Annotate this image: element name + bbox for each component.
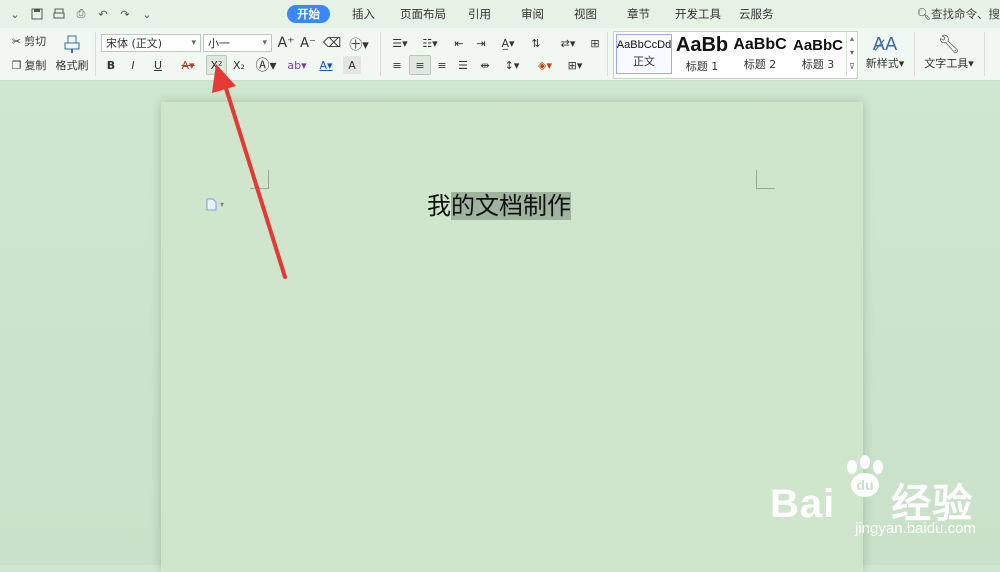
font-family-select[interactable]: 宋体 (正文) ▾ — [101, 34, 201, 52]
strikethrough-button[interactable]: A▾ — [176, 56, 200, 74]
baidu-jingyan-watermark: du Bai 经验 jingyan.baidu.com — [760, 455, 990, 545]
borders-icon[interactable]: ⊞▾ — [562, 56, 588, 74]
new-style-icon: A̷A — [872, 33, 898, 55]
clear-format-icon[interactable]: ⌫ — [323, 34, 341, 52]
tab-view[interactable]: 视图 — [564, 5, 607, 23]
margin-corner-top-left — [250, 170, 269, 189]
save-icon[interactable] — [28, 6, 46, 22]
redo-icon[interactable]: ↷ — [116, 6, 134, 22]
phonetic-guide-icon[interactable]: ㊉▾ — [346, 34, 372, 53]
tab-home[interactable]: 开始 — [287, 5, 330, 23]
title-selected-text: 的文档制作 — [451, 192, 571, 220]
command-search[interactable]: 🔍︎ 查找命令、搜 — [916, 6, 1000, 22]
tab-chapter[interactable]: 章节 — [617, 5, 660, 23]
group-divider — [984, 32, 985, 76]
print-preview-icon[interactable]: ⎙ — [72, 6, 90, 22]
tab-page-layout[interactable]: 页面布局 — [390, 5, 456, 23]
grow-font-icon[interactable]: A⁺ — [277, 34, 295, 52]
italic-button[interactable]: I — [124, 56, 142, 74]
align-left-icon[interactable]: ≡ — [388, 56, 406, 74]
chevron-down-icon[interactable]: ⌄ — [6, 6, 24, 22]
command-search-label: 查找命令、搜 — [931, 7, 1000, 21]
watermark-url: jingyan.baidu.com — [855, 520, 976, 537]
home-ribbon: ✂ 剪切 ❐ 复制 格式刷 宋体 (正文) ▾ 小一 ▾ A⁺ A⁻ ⌫ ㊉▾ B … — [0, 28, 1000, 81]
numbered-list-icon[interactable]: ☷▾ — [418, 34, 442, 52]
format-painter-icon — [62, 34, 82, 57]
menu-bar: ⌄ ⎙ ↶ ↷ ⌄ 开始 插入 页面布局 引用 审阅 视图 章节 开发工具 云服… — [0, 0, 1000, 29]
tab-review[interactable]: 审阅 — [511, 5, 554, 23]
table-borders-icon[interactable]: ⊞ — [586, 34, 604, 52]
group-divider — [95, 32, 96, 76]
wps-writer-window: ⌄ ⎙ ↶ ↷ ⌄ 开始 插入 页面布局 引用 审阅 视图 章节 开发工具 云服… — [0, 0, 1000, 572]
text-effect-button[interactable]: Ⓐ▾ — [254, 56, 278, 74]
line-spacing-icon[interactable]: ↕▾ — [499, 56, 525, 74]
underline-button[interactable]: U — [146, 56, 170, 74]
margin-corner-top-right — [756, 170, 775, 189]
style-heading-1[interactable]: AaBb 标题 1 — [674, 34, 730, 74]
font-color-button[interactable]: A▾ — [314, 56, 338, 74]
style-heading-3[interactable]: AaBbC 标题 3 — [790, 34, 846, 74]
group-divider — [914, 32, 915, 76]
paragraph-format-icon[interactable]: ▾ — [206, 198, 224, 211]
tab-insert[interactable]: 插入 — [342, 5, 385, 23]
chevron-down-icon: ▾ — [191, 38, 196, 48]
shading-icon[interactable]: ◈▾ — [532, 56, 558, 74]
format-painter-button[interactable]: 格式刷 — [54, 32, 90, 74]
shrink-font-icon[interactable]: A⁻ — [299, 34, 317, 52]
title-unselected-text: 我 — [427, 192, 451, 220]
bullet-list-icon[interactable]: ☰▾ — [388, 34, 412, 52]
chevron-down-icon: ▾ — [262, 38, 267, 48]
new-style-button[interactable]: A̷A 新样式▾ — [862, 30, 908, 74]
chinese-layout-icon[interactable]: A̲▾ — [495, 34, 521, 52]
highlight-button[interactable]: ab▾ — [284, 56, 310, 74]
justify-icon[interactable]: ☰ — [454, 56, 472, 74]
style-normal[interactable]: AaBbCcDd 正文 — [616, 34, 672, 74]
cut-button[interactable]: ✂ 剪切 — [6, 32, 52, 50]
align-center-icon[interactable]: ≡ — [409, 55, 431, 75]
search-icon: 🔍︎ — [916, 7, 931, 21]
document-title-text[interactable]: 我的文档制作 — [427, 186, 571, 226]
scissors-icon: ✂ — [11, 34, 22, 48]
text-tools-button[interactable]: 🔧︎ 文字工具▾ — [920, 30, 978, 74]
tab-cloud-service[interactable]: 云服务 — [729, 5, 784, 23]
undo-icon[interactable]: ↶ — [94, 6, 112, 22]
decrease-indent-icon[interactable]: ⇤ — [450, 34, 468, 52]
bold-button[interactable]: B — [102, 56, 120, 74]
styles-scroll[interactable]: ▴ ▾ ⊽ — [846, 32, 857, 76]
superscript-button[interactable]: X² — [206, 55, 227, 75]
align-right-icon[interactable]: ≡ — [433, 56, 451, 74]
increase-indent-icon[interactable]: ⇥ — [472, 34, 490, 52]
show-hide-marks-icon[interactable]: ⇄▾ — [554, 34, 582, 52]
copy-icon: ❐ — [11, 58, 22, 72]
quick-access-toolbar: ⌄ ⎙ ↶ ↷ ⌄ — [6, 6, 160, 22]
char-shading-button[interactable]: A — [343, 56, 361, 74]
group-divider — [607, 32, 608, 76]
style-heading-2[interactable]: AaBbC 标题 2 — [732, 34, 788, 74]
wrench-icon: 🔧︎ — [937, 33, 961, 55]
tab-developer[interactable]: 开发工具 — [665, 5, 731, 23]
font-size-select[interactable]: 小一 ▾ — [203, 34, 272, 52]
distributed-align-icon[interactable]: ⇹ — [476, 56, 494, 74]
subscript-button[interactable]: X₂ — [229, 56, 249, 74]
customize-quick-access-icon[interactable]: ⌄ — [138, 6, 156, 22]
tab-references[interactable]: 引用 — [458, 5, 501, 23]
group-divider — [380, 32, 381, 76]
copy-button[interactable]: ❐ 复制 — [6, 56, 52, 74]
styles-gallery: AaBbCcDd 正文 AaBb 标题 1 AaBbC 标题 2 AaBbC 标… — [613, 31, 858, 79]
print-icon[interactable] — [50, 6, 68, 22]
sort-icon[interactable]: ⇅ — [527, 34, 545, 52]
